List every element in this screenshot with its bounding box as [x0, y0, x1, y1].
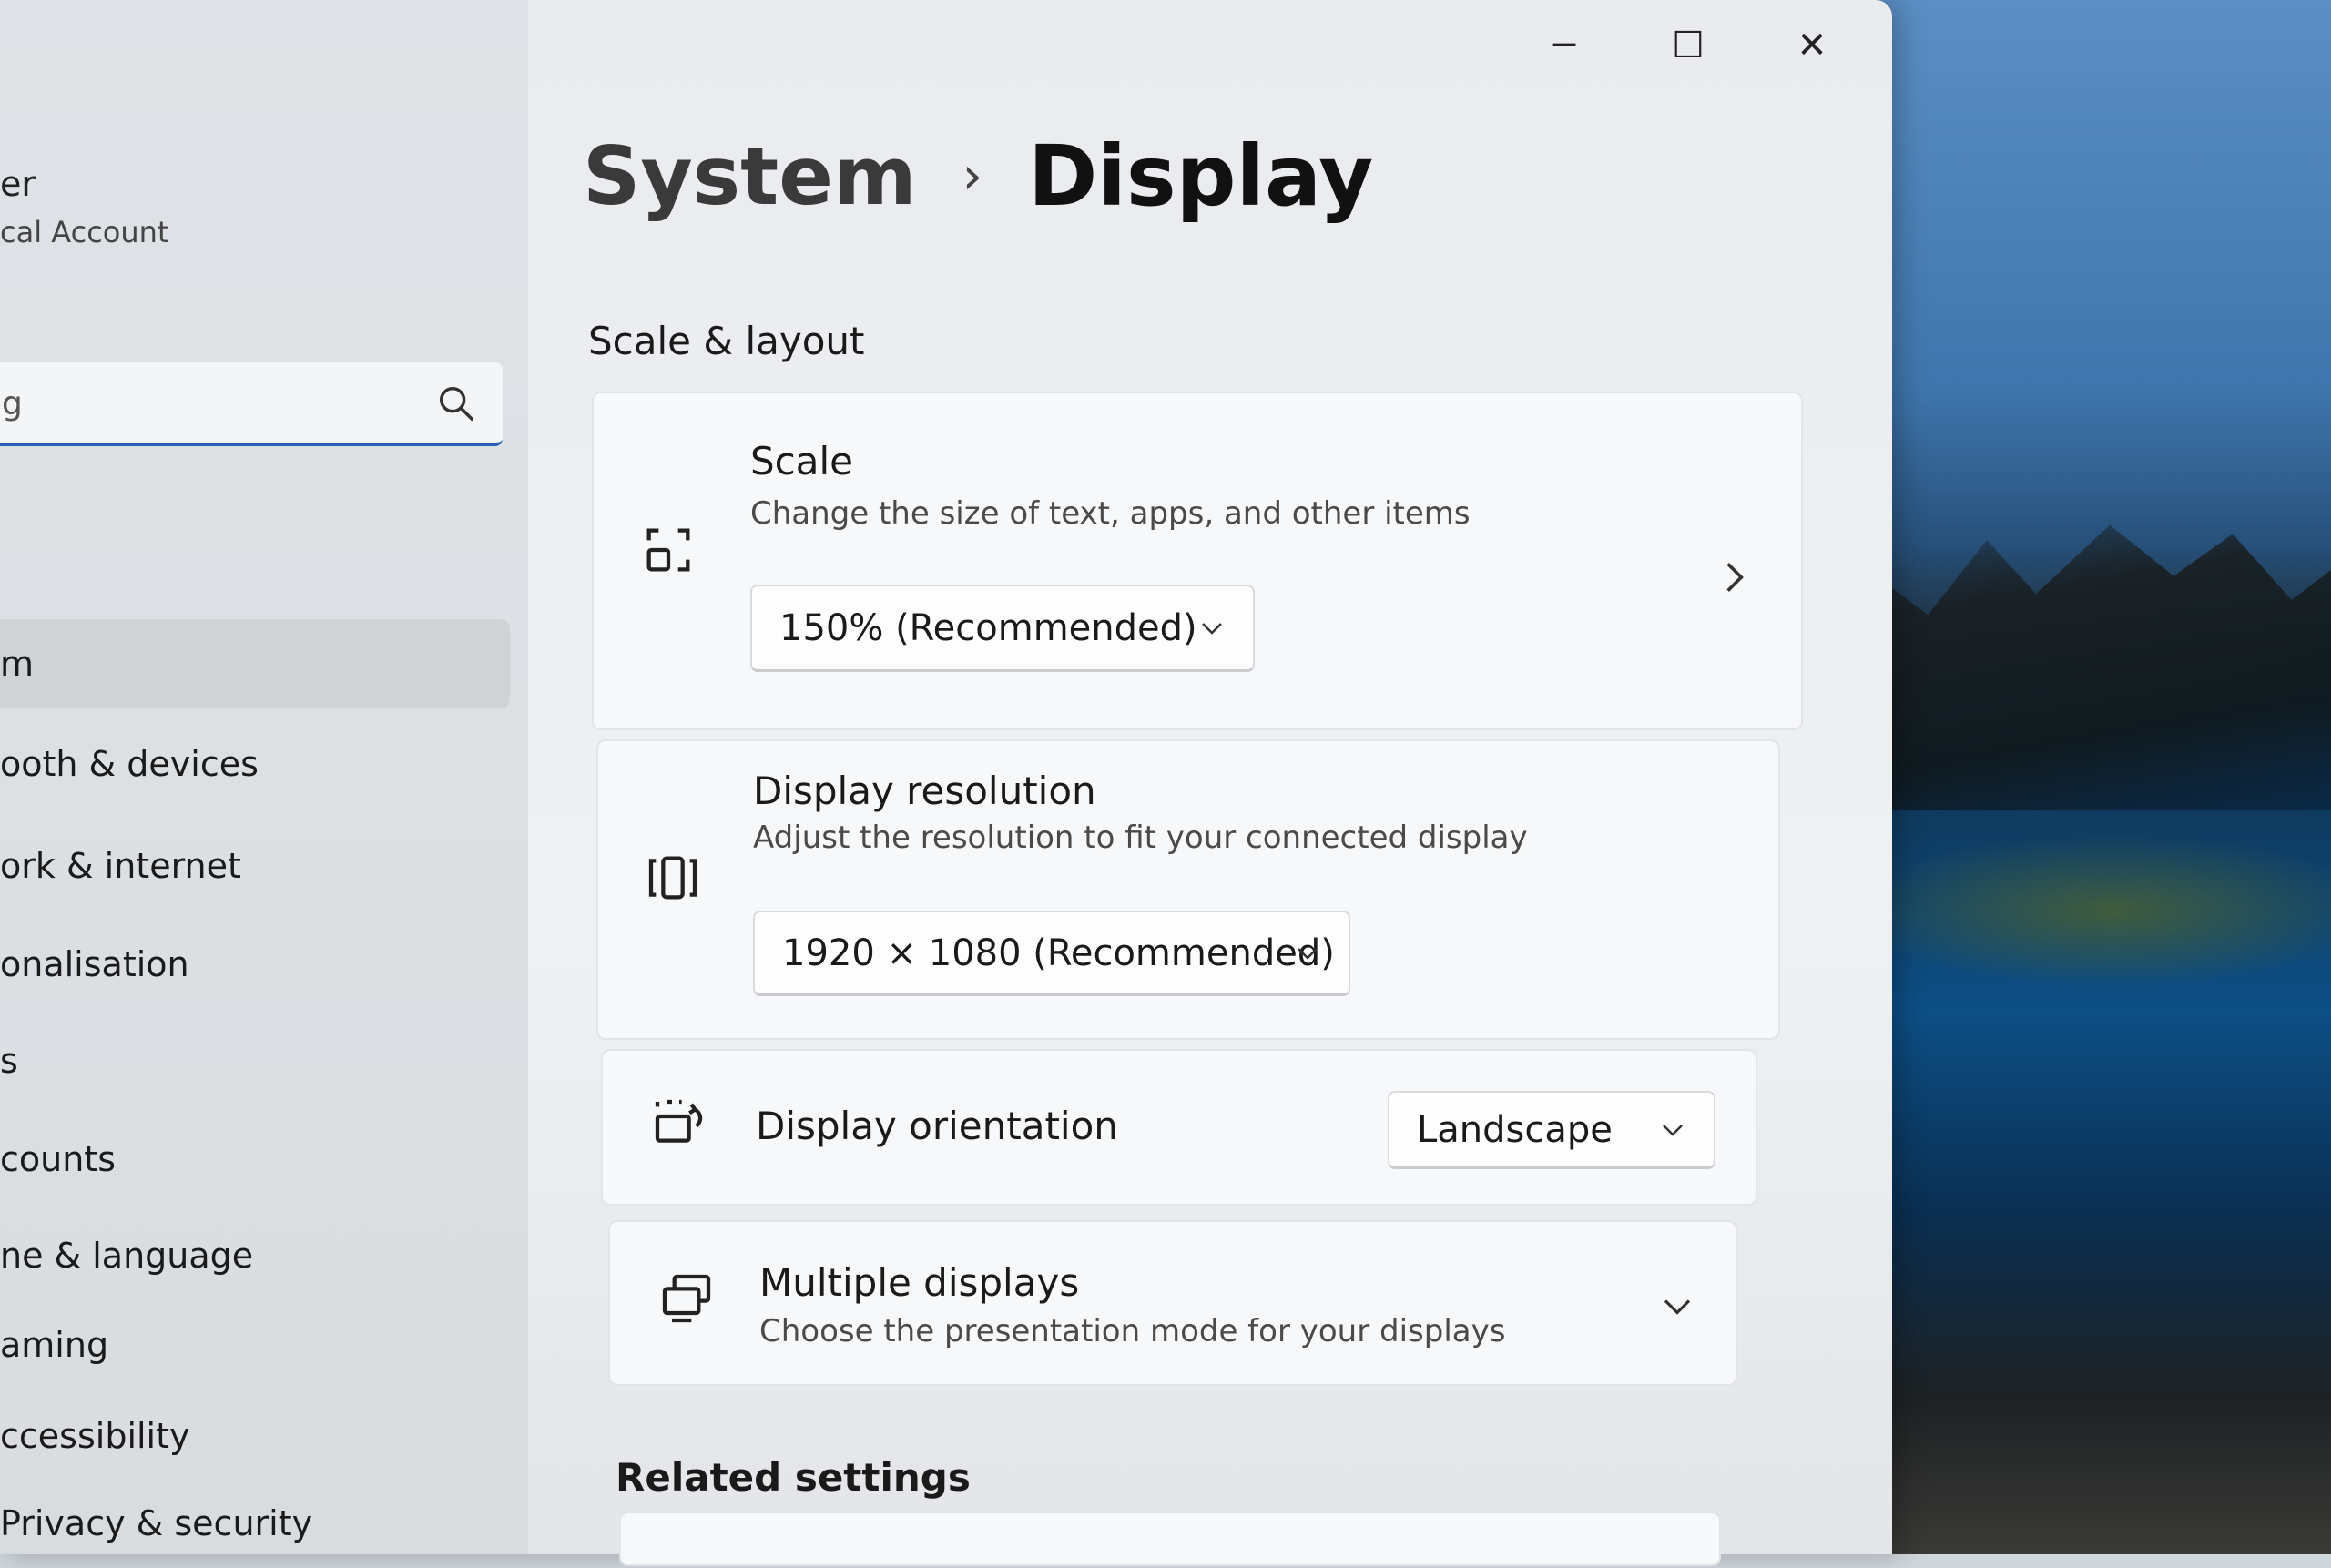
title-bar-controls: ─ ☐ ✕	[1521, 9, 1856, 82]
display-orientation-title: Display orientation	[756, 1104, 1118, 1148]
search-icon[interactable]	[435, 382, 477, 424]
sidebar-item-label: ooth & devices	[0, 744, 259, 784]
sidebar-item-time-language[interactable]: ne & language	[0, 1211, 510, 1300]
scale-description: Change the size of text, apps, and other…	[750, 495, 1471, 532]
sidebar-item-label: m	[0, 644, 35, 684]
resolution-dropdown[interactable]: 1920 × 1080 (Recommended)	[753, 911, 1350, 996]
sidebar-item-label: ork & internet	[0, 846, 241, 886]
multiple-displays-description: Choose the presentation mode for your di…	[759, 1313, 1506, 1349]
sidebar-item-network-internet[interactable]: ork & internet	[0, 821, 510, 911]
sidebar-item-label: onalisation	[0, 944, 189, 984]
related-settings-card[interactable]	[619, 1512, 1721, 1566]
sidebar-item-personalisation[interactable]: onalisation	[0, 920, 510, 1009]
sidebar-item-label: aming	[0, 1325, 109, 1365]
sidebar-item-bluetooth-devices[interactable]: ooth & devices	[0, 719, 510, 809]
orientation-icon	[655, 1099, 703, 1143]
multiple-displays-icon	[662, 1274, 711, 1323]
search-box[interactable]	[0, 362, 503, 446]
sidebar-item-accounts[interactable]: counts	[0, 1115, 510, 1204]
multiple-displays-title: Multiple displays	[759, 1260, 1080, 1305]
page-title: Display	[1027, 127, 1374, 225]
scale-icon	[646, 528, 690, 572]
sidebar-item-privacy-security[interactable]: Privacy & security	[0, 1479, 510, 1568]
orientation-dropdown[interactable]: Landscape	[1388, 1091, 1715, 1169]
chevron-down-icon	[1298, 947, 1318, 960]
display-resolution-description: Adjust the resolution to fit your connec…	[753, 820, 1528, 856]
sidebar-item-label: counts	[0, 1139, 117, 1179]
display-orientation-card: Display orientation Landscape	[601, 1049, 1757, 1206]
breadcrumb-system[interactable]: System	[583, 129, 917, 223]
sidebar: er cal Account m ooth & devices ork & in…	[0, 0, 528, 1554]
chevron-right-icon[interactable]	[1721, 557, 1748, 597]
close-button[interactable]: ✕	[1768, 9, 1856, 82]
resolution-icon	[648, 856, 697, 900]
section-title-related-settings: Related settings	[616, 1455, 971, 1500]
scale-dropdown-value: 150% (Recommended)	[779, 606, 1197, 649]
breadcrumb: System › Display	[583, 127, 1373, 225]
sidebar-item-accessibility[interactable]: ccessibility	[0, 1391, 510, 1481]
sidebar-item-label: ne & language	[0, 1236, 254, 1276]
settings-window: er cal Account m ooth & devices ork & in…	[0, 0, 1892, 1566]
scale-title: Scale	[750, 439, 853, 484]
breadcrumb-separator-icon: ›	[962, 147, 982, 206]
minimize-button[interactable]: ─	[1521, 9, 1608, 82]
maximize-button[interactable]: ☐	[1644, 9, 1732, 82]
sidebar-item-label: Privacy & security	[0, 1503, 313, 1543]
multiple-displays-card[interactable]: Multiple displays Choose the presentatio…	[608, 1220, 1737, 1386]
chevron-down-icon	[1663, 1124, 1683, 1136]
resolution-dropdown-value: 1920 × 1080 (Recommended)	[782, 932, 1335, 974]
chevron-down-icon	[1202, 622, 1222, 635]
sidebar-item-gaming[interactable]: aming	[0, 1300, 510, 1390]
sidebar-item-label: s	[0, 1041, 18, 1081]
sidebar-item-apps[interactable]: s	[0, 1016, 510, 1105]
section-title-scale-layout: Scale & layout	[588, 319, 865, 363]
user-name: er	[0, 164, 36, 204]
user-account-type: cal Account	[0, 215, 169, 249]
sidebar-item-label: ccessibility	[0, 1416, 190, 1456]
chevron-down-icon[interactable]	[1659, 1295, 1695, 1319]
sidebar-item-system[interactable]: m	[0, 619, 510, 708]
orientation-dropdown-value: Landscape	[1417, 1108, 1613, 1151]
scale-dropdown[interactable]: 150% (Recommended)	[750, 585, 1255, 672]
display-resolution-card: Display resolution Adjust the resolution…	[596, 739, 1780, 1040]
display-resolution-title: Display resolution	[753, 769, 1096, 813]
search-input[interactable]	[0, 377, 395, 430]
scale-card[interactable]: Scale Change the size of text, apps, and…	[592, 392, 1803, 730]
